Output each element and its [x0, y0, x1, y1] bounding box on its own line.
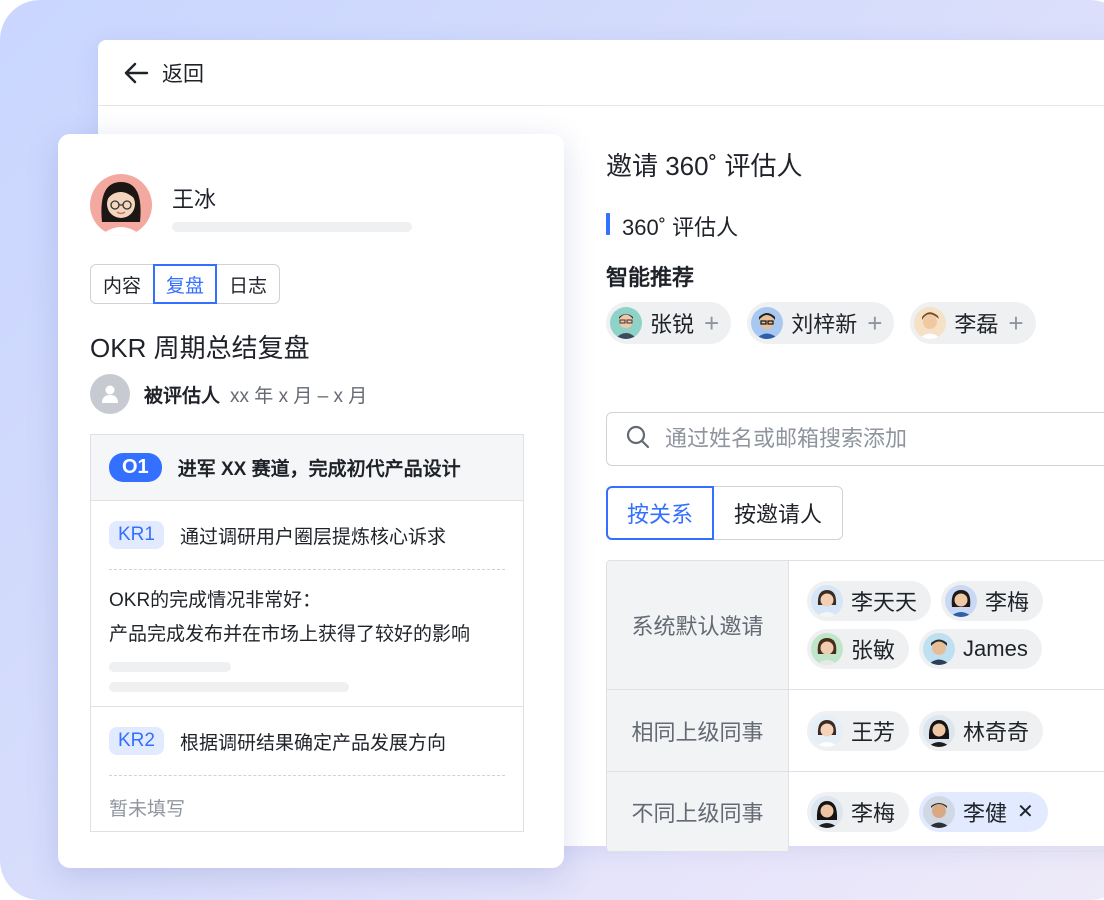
person-chip[interactable]: 林奇奇	[919, 710, 1044, 751]
recommend-list: 张锐 + 刘梓新 + 李磊 +	[606, 302, 1036, 344]
tab-review[interactable]: 复盘	[153, 264, 218, 304]
group-label: 相同上级同事	[607, 690, 789, 771]
person-chip[interactable]: 李天天	[807, 581, 932, 621]
person-chip[interactable]: 李梅	[807, 791, 910, 832]
smart-recommend-title: 智能推荐	[606, 265, 695, 290]
avatar	[923, 633, 956, 665]
reviewee-row: 被评估人 xx 年 x 月 – x 月	[90, 374, 367, 414]
person-name: 张敏	[851, 638, 896, 663]
empty-text: 暂未填写	[109, 799, 186, 820]
person-chip-selected[interactable]: 李健 ✕	[919, 791, 1048, 832]
placeholder-bar	[109, 662, 231, 672]
recommend-name: 张锐	[650, 312, 695, 337]
person-chip[interactable]: 李梅	[941, 581, 1044, 621]
review-line: OKR的完成情况非常好：	[109, 590, 322, 611]
tab-by-relation[interactable]: 按关系	[606, 486, 715, 540]
recommend-name: 刘梓新	[791, 312, 858, 337]
card-tabs: 内容 复盘 日志	[90, 264, 281, 304]
recommend-chip[interactable]: 李磊 +	[910, 302, 1036, 344]
kr-badge: KR2	[109, 727, 164, 755]
review-line: 产品完成发布并在市场上获得了较好的影响	[109, 624, 471, 645]
person-chip[interactable]: 王芳	[807, 710, 910, 751]
table-row: 系统默认邀请 李天天 李梅 张敏 James	[607, 561, 1104, 689]
user-icon	[90, 374, 130, 414]
tab-content[interactable]: 内容	[90, 264, 154, 304]
search-input[interactable]	[665, 426, 1085, 452]
group-people: 李天天 李梅 张敏 James	[789, 561, 1104, 689]
avatar	[923, 714, 956, 747]
reviewee-label: 被评估人	[144, 385, 221, 407]
avatar	[945, 585, 978, 617]
table-row: 相同上级同事 王芳 林奇奇	[607, 689, 1104, 771]
user-avatar	[90, 174, 152, 236]
add-icon[interactable]: +	[867, 310, 882, 336]
recommend-chip[interactable]: 张锐 +	[606, 302, 732, 344]
avatar	[811, 633, 843, 665]
person-name: 王芳	[851, 719, 896, 745]
person-name: 林奇奇	[963, 719, 1030, 745]
reviewee-period: xx 年 x 月 – x 月	[230, 385, 368, 407]
remove-icon[interactable]: ✕	[1017, 799, 1034, 824]
invite-title: 邀请 360˚ 评估人	[606, 151, 803, 181]
person-chip[interactable]: James	[919, 629, 1042, 669]
objective-badge: O1	[109, 453, 162, 482]
avatar	[923, 795, 956, 828]
avatar	[811, 714, 843, 747]
back-arrow-icon[interactable]	[122, 59, 150, 87]
top-bar: 返回	[98, 40, 1104, 106]
avatar	[751, 307, 784, 339]
okr-review-card: 王冰 内容 复盘 日志 OKR 周期总结复盘 被评估人 xx 年 x 月 – x…	[58, 134, 564, 868]
person-name: 李健	[963, 800, 1008, 826]
person-name: 李梅	[851, 800, 896, 826]
search-icon	[625, 424, 651, 455]
person-name: 李梅	[985, 590, 1030, 615]
avatar	[811, 585, 843, 617]
group-people: 王芳 林奇奇	[789, 690, 1104, 771]
back-button[interactable]: 返回	[162, 58, 204, 88]
objective-header: O1 进军 XX 赛道，完成初代产品设计	[91, 435, 523, 501]
kr-badge: KR1	[109, 521, 164, 549]
person-name: James	[963, 636, 1028, 661]
group-label: 不同上级同事	[607, 772, 789, 851]
page-title: OKR 周期总结复盘	[90, 333, 310, 363]
avatar	[914, 307, 947, 339]
kr-text: 根据调研结果确定产品发展方向	[179, 732, 446, 754]
kr-text: 通过调研用户圈层提炼核心诉求	[179, 526, 446, 548]
okr-box: O1 进军 XX 赛道，完成初代产品设计 KR1 通过调研用户圈层提炼核心诉求 …	[90, 434, 524, 832]
person-name: 李天天	[851, 590, 918, 615]
avatar	[811, 795, 843, 828]
group-people: 李梅 李健 ✕	[789, 772, 1104, 851]
kr-header: KR2 根据调研结果确定产品发展方向	[91, 707, 523, 775]
kr-header: KR1 通过调研用户圈层提炼核心诉求	[91, 501, 523, 569]
evaluator-section-title: 360˚ 评估人	[606, 210, 738, 242]
avatar	[610, 307, 642, 339]
recommend-chip[interactable]: 刘梓新 +	[747, 302, 895, 344]
recommend-name: 李磊	[954, 312, 999, 337]
objective-text: 进军 XX 赛道，完成初代产品设计	[177, 459, 461, 480]
add-icon[interactable]: +	[1008, 310, 1023, 336]
kr-review-content: OKR的完成情况非常好： 产品完成发布并在市场上获得了较好的影响	[91, 570, 523, 692]
tab-by-inviter[interactable]: 按邀请人	[714, 486, 844, 540]
add-icon[interactable]: +	[704, 310, 719, 336]
search-box[interactable]	[606, 412, 1104, 466]
group-mode-switch: 按关系 按邀请人	[606, 486, 844, 540]
user-name: 王冰	[172, 187, 217, 212]
person-chip[interactable]: 张敏	[807, 629, 910, 669]
group-label: 系统默认邀请	[607, 561, 789, 689]
table-row: 不同上级同事 李梅 李健 ✕	[607, 771, 1104, 851]
placeholder-bar	[172, 222, 412, 232]
placeholder-bar	[109, 682, 349, 692]
tab-log[interactable]: 日志	[217, 264, 281, 304]
relation-table: 系统默认邀请 李天天 李梅 张敏 James 相同上级同事 王芳 林奇奇 不同上…	[606, 560, 1104, 852]
